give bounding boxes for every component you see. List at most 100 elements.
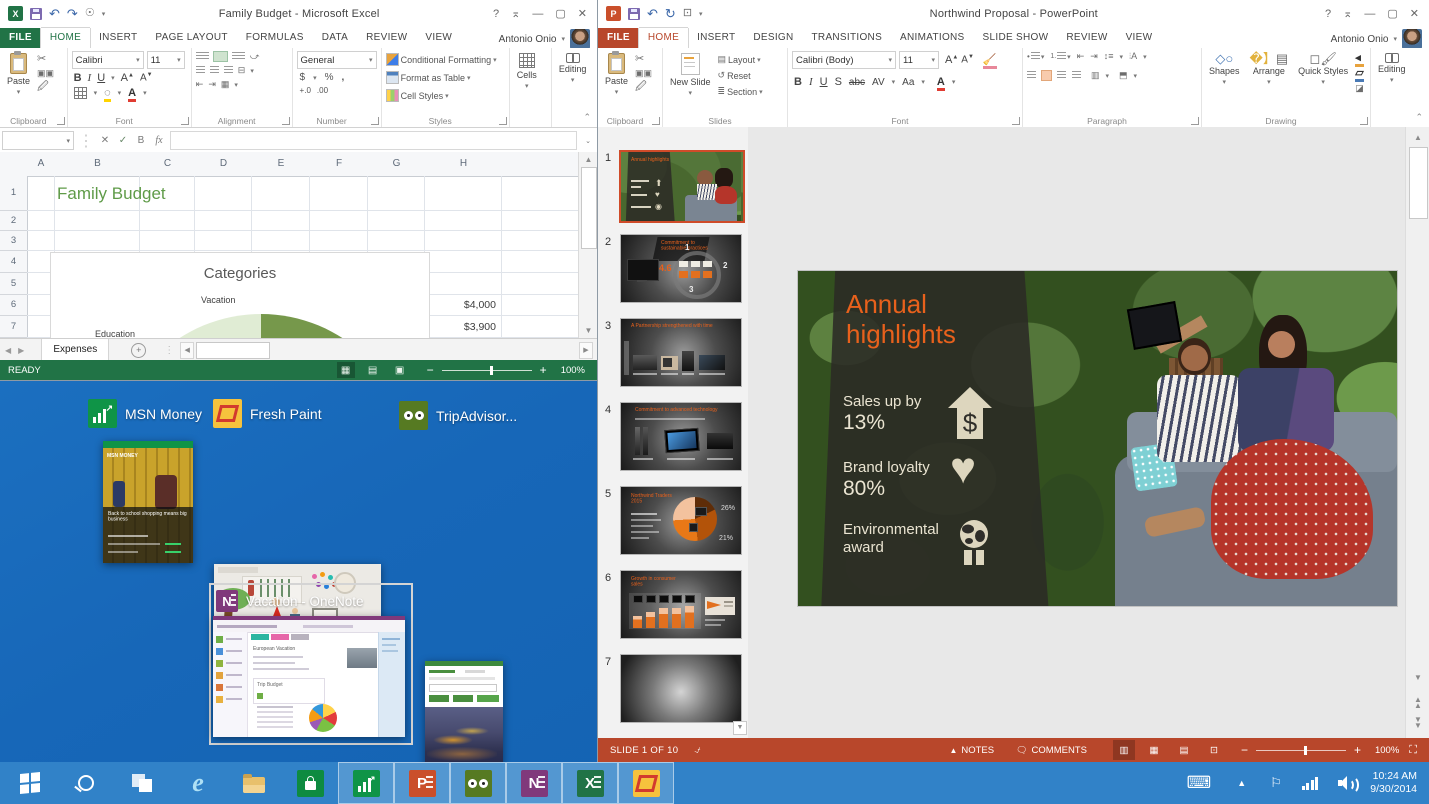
tab-insert[interactable]: INSERT bbox=[688, 28, 744, 48]
scroll-thumb[interactable] bbox=[1409, 147, 1428, 219]
font-size-select[interactable]: 11▾ bbox=[147, 51, 185, 69]
clock[interactable]: 10:24 AM 9/30/2014 bbox=[1370, 770, 1429, 796]
comments-button[interactable]: 🗨COMMENTS bbox=[1016, 745, 1087, 756]
merge-center-button[interactable]: ▦ bbox=[221, 79, 230, 90]
taskbar-button-store[interactable] bbox=[282, 762, 338, 804]
columns-button[interactable]: ▥ bbox=[1091, 70, 1100, 81]
page-break-view-icon[interactable]: ▣ bbox=[391, 362, 409, 378]
cells-button[interactable]: Cells▾ bbox=[514, 51, 540, 114]
network-signal-icon[interactable] bbox=[1302, 777, 1319, 790]
restore-button[interactable]: ▢ bbox=[1387, 7, 1397, 20]
row-header-7[interactable]: 7 bbox=[0, 316, 28, 338]
taskbar-button-tripadvisor[interactable] bbox=[450, 762, 506, 804]
column-header-D[interactable]: D bbox=[195, 152, 253, 177]
row-header-3[interactable]: 3 bbox=[0, 231, 28, 251]
taskbar-button-fresh-paint[interactable] bbox=[618, 762, 674, 804]
paste-button[interactable]: Paste▾ bbox=[4, 51, 33, 114]
msn-money-preview[interactable]: MSN MONEY Back to school shopping means … bbox=[103, 441, 193, 563]
notes-button[interactable]: ▲NOTES bbox=[949, 745, 994, 756]
row-header-4[interactable]: 4 bbox=[0, 251, 28, 273]
top-align-button[interactable] bbox=[196, 52, 209, 61]
wrap-text-button[interactable]: ⊟ bbox=[238, 65, 246, 76]
taskbar-button-search[interactable] bbox=[58, 762, 114, 804]
slide-thumbnail-5[interactable]: Northwind Traders 2015 26% 21% bbox=[620, 486, 742, 555]
shape-fill-button[interactable]: ◂ bbox=[1355, 53, 1364, 64]
format-painter-icon[interactable]: 🖉 bbox=[635, 82, 652, 93]
italic-button[interactable]: I bbox=[809, 76, 813, 88]
main-slide[interactable]: Annual highlights Sales up by 13% $ Bran… bbox=[797, 270, 1398, 607]
comma-style-button[interactable]: , bbox=[342, 72, 345, 83]
grow-font-button[interactable]: A▲ bbox=[121, 72, 134, 84]
shadow-button[interactable]: S bbox=[835, 76, 842, 88]
tab-home[interactable]: HOME bbox=[41, 28, 90, 48]
row-header-6[interactable]: 6 bbox=[0, 295, 28, 316]
line-spacing-button[interactable]: ↕≡ bbox=[1104, 51, 1114, 62]
cell-h7[interactable]: $3,900 bbox=[425, 316, 496, 338]
scroll-up-icon[interactable]: ▲ bbox=[579, 152, 598, 164]
enter-icon[interactable]: ✓ bbox=[116, 135, 130, 146]
italic-button[interactable]: I bbox=[88, 72, 92, 84]
taskbar-button-msn-money[interactable]: ↗ bbox=[338, 762, 394, 804]
taskbar-button-task-view[interactable] bbox=[114, 762, 170, 804]
sheet-tab-expenses[interactable]: Expenses bbox=[41, 339, 109, 362]
underline-button[interactable]: U bbox=[820, 76, 828, 88]
font-size-select[interactable]: 11▾ bbox=[899, 51, 939, 69]
zoom-level[interactable]: 100% bbox=[561, 365, 585, 376]
cancel-icon[interactable]: ✕ bbox=[98, 135, 112, 146]
increase-indent-button[interactable]: ⇥ bbox=[1090, 51, 1098, 62]
excel-account[interactable]: Antonio Onio▾ bbox=[499, 29, 595, 49]
tab-home[interactable]: HOME bbox=[639, 28, 688, 48]
increase-decimal-button[interactable]: +.0 bbox=[300, 86, 311, 95]
align-left-button[interactable] bbox=[1027, 71, 1036, 80]
font-color-button[interactable]: A bbox=[128, 88, 136, 99]
align-right-button[interactable] bbox=[1057, 71, 1066, 80]
zoom-out-icon[interactable]: − bbox=[427, 363, 434, 377]
font-dialog-launcher[interactable] bbox=[181, 117, 189, 125]
column-header-H[interactable]: H bbox=[425, 152, 503, 177]
zoom-level[interactable]: 100% bbox=[1375, 745, 1399, 756]
paragraph-dialog-launcher[interactable] bbox=[1191, 117, 1199, 125]
slide-sorter-view-icon[interactable]: ▦ bbox=[1143, 740, 1165, 760]
bold-button[interactable]: B bbox=[74, 72, 82, 84]
paste-button[interactable]: Paste▾ bbox=[602, 51, 631, 114]
save-icon[interactable] bbox=[628, 8, 640, 20]
tab-page-layout[interactable]: PAGE LAYOUT bbox=[146, 28, 236, 48]
numbering-button[interactable]: 1.▾ bbox=[1050, 51, 1070, 62]
scroll-down-icon[interactable]: ▼ bbox=[579, 326, 598, 335]
maximize-button[interactable]: ▢ bbox=[555, 7, 565, 20]
percent-style-button[interactable]: % bbox=[325, 72, 334, 83]
shrink-font-button[interactable]: A▼ bbox=[140, 72, 153, 83]
tab-slide-show[interactable]: SLIDE SHOW bbox=[974, 28, 1058, 48]
fill-color-button[interactable]: ◌ bbox=[104, 88, 111, 99]
column-header-E[interactable]: E bbox=[252, 152, 311, 177]
editing-button[interactable]: Editing▾ bbox=[556, 51, 590, 114]
tab-insert[interactable]: INSERT bbox=[90, 28, 146, 48]
tile-onenote[interactable]: N Vacation - OneNote Euro bbox=[209, 583, 413, 745]
bold-glyph[interactable]: B bbox=[134, 135, 148, 146]
panel-scroll-down-icon[interactable]: ▼ bbox=[733, 721, 747, 735]
row-header-1[interactable]: 1 bbox=[0, 176, 28, 211]
redo-icon[interactable]: ↻ bbox=[665, 7, 676, 20]
styles-dialog-launcher[interactable] bbox=[499, 117, 507, 125]
scroll-down-icon[interactable]: ▼ bbox=[1406, 673, 1429, 682]
minimize-button[interactable]: — bbox=[532, 8, 543, 20]
spellcheck-icon[interactable]: ⍻ bbox=[694, 744, 700, 757]
quick-styles-button[interactable]: ◻🖌 Quick Styles▾ bbox=[1295, 51, 1351, 114]
tab-formulas[interactable]: FORMULAS bbox=[237, 28, 313, 48]
redo-icon[interactable]: ↷ bbox=[67, 7, 78, 20]
editing-button[interactable]: Editing▾ bbox=[1375, 51, 1409, 114]
tab-transitions[interactable]: TRANSITIONS bbox=[803, 28, 892, 48]
slide-thumbnail-4[interactable]: Commitment to advanced technology bbox=[620, 402, 742, 471]
copy-icon[interactable]: ▣▣ bbox=[635, 68, 652, 79]
name-box[interactable]: ▾ bbox=[2, 131, 74, 150]
row-header-5[interactable]: 5 bbox=[0, 273, 28, 295]
column-header-F[interactable]: F bbox=[310, 152, 369, 177]
ribbon-display-icon[interactable]: ⌅ bbox=[511, 7, 520, 20]
normal-view-icon[interactable]: ▥ bbox=[1113, 740, 1135, 760]
new-slide-button[interactable]: New Slide▾ bbox=[667, 51, 714, 114]
zoom-in-icon[interactable]: + bbox=[540, 363, 547, 377]
copy-icon[interactable]: ▣▣ bbox=[37, 68, 54, 79]
slide-thumbnail-2[interactable]: Commitment to sustainable practices 1 2 … bbox=[620, 234, 742, 303]
previous-slide-icon[interactable]: ▲▲ bbox=[1406, 697, 1429, 709]
pp-vertical-scrollbar[interactable]: ▲ ▼ ▲▲ ▼▼ bbox=[1405, 127, 1429, 738]
